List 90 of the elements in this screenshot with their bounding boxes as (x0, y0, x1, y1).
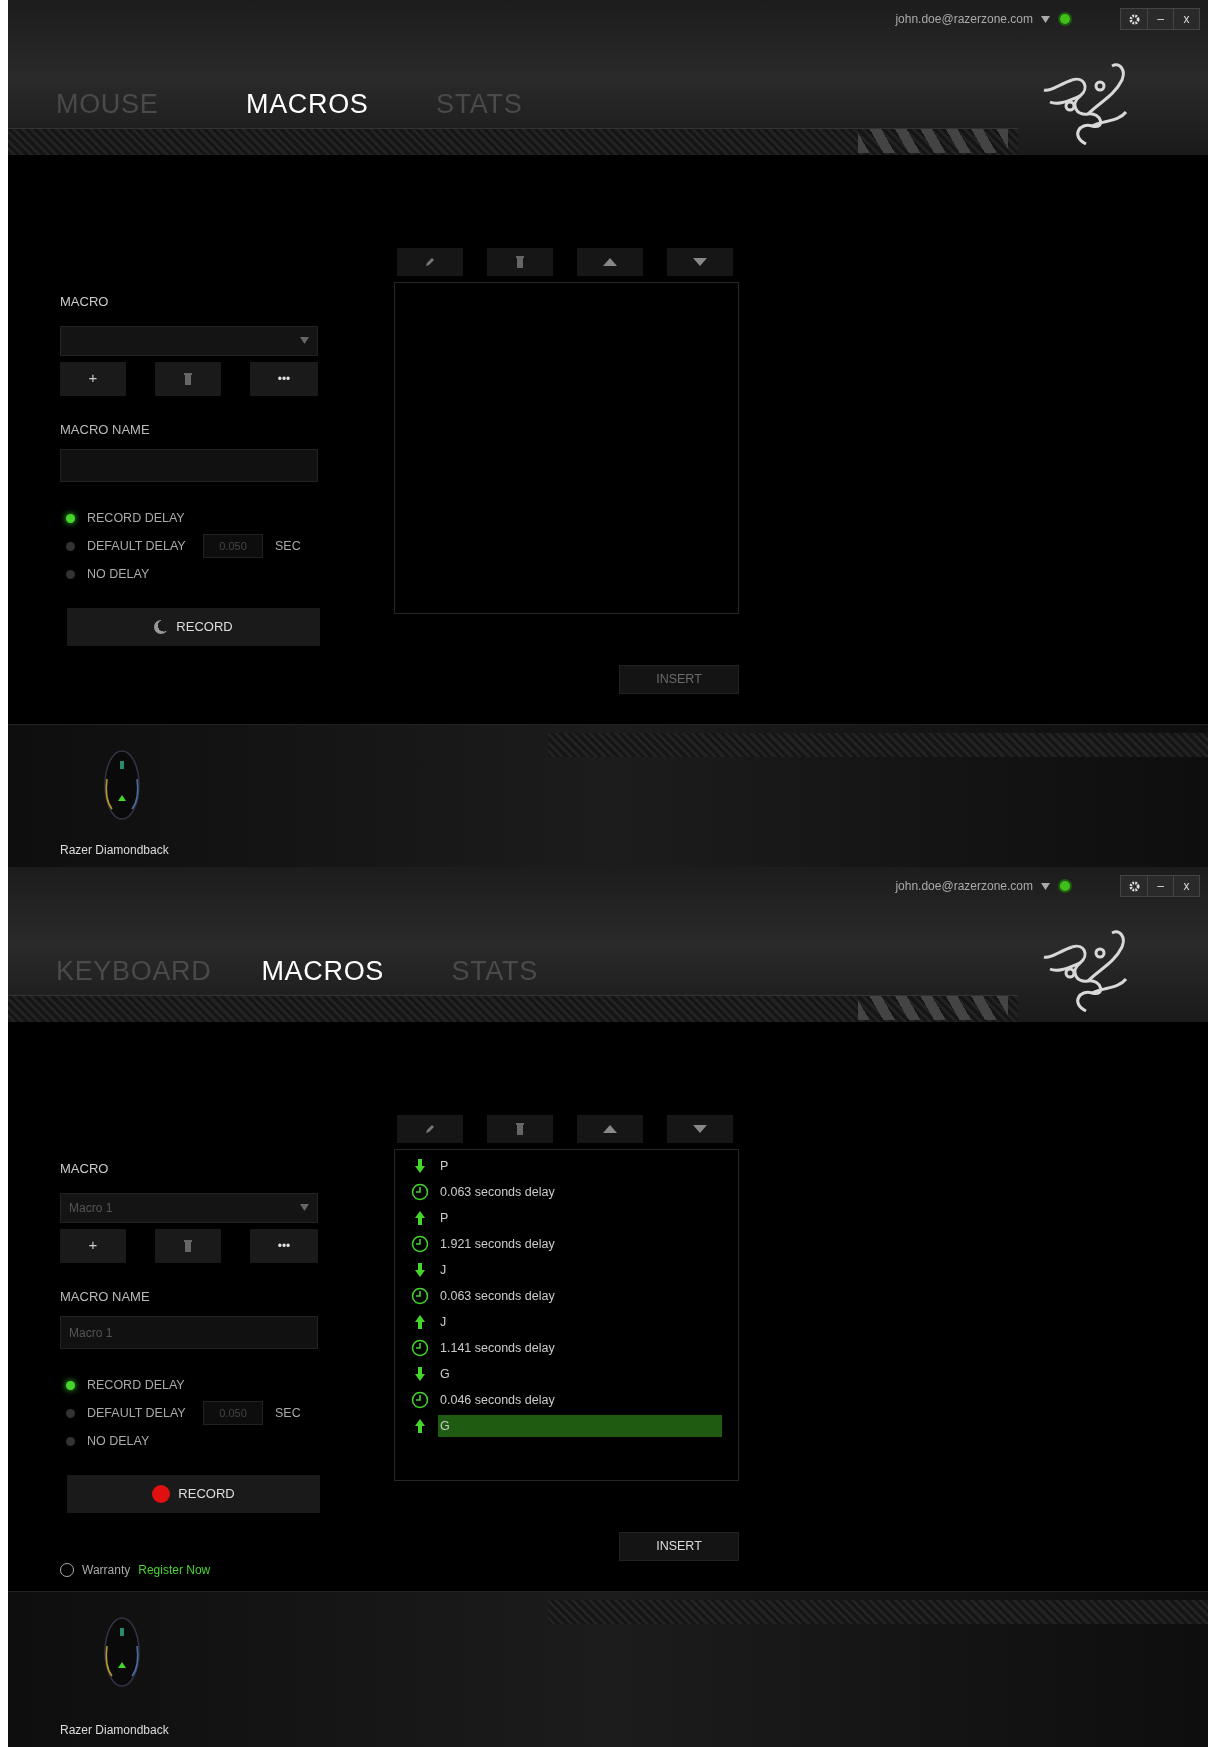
clock-icon (411, 1391, 429, 1409)
down-triangle-icon (693, 1125, 707, 1133)
radio-button[interactable] (66, 513, 75, 523)
record-button[interactable]: RECORD (67, 608, 320, 646)
trash-icon (516, 1123, 524, 1135)
add-button[interactable]: + (60, 361, 126, 396)
minimize-button[interactable]: – (1147, 9, 1173, 29)
record-button[interactable]: RECORD (67, 1475, 320, 1513)
up-arrow-icon (415, 1419, 425, 1433)
event-item[interactable]: 0.063 seconds delay (438, 1181, 722, 1203)
macro-name-label: MACRO NAME (60, 1287, 151, 1306)
trash-icon (516, 256, 524, 268)
more-button[interactable]: ••• (250, 361, 318, 396)
delete-button[interactable] (487, 248, 553, 276)
dropdown-arrow-icon[interactable] (1041, 882, 1050, 890)
more-button[interactable]: ••• (250, 1228, 318, 1263)
account-email[interactable]: john.doe@razerzone.com (895, 877, 1033, 895)
unit-label: SEC (275, 537, 301, 555)
minimize-button[interactable]: – (1147, 876, 1173, 896)
event-item[interactable]: 0.046 seconds delay (438, 1389, 722, 1411)
device-name: Razer Diamondback (60, 842, 169, 859)
clock-icon (411, 1235, 429, 1253)
delete-button[interactable] (155, 1228, 221, 1263)
radio-label: DEFAULT DELAY (87, 537, 187, 555)
move-up-button[interactable] (577, 1115, 643, 1143)
gear-icon (1128, 13, 1140, 25)
move-down-button[interactable] (667, 248, 733, 276)
event-item[interactable]: J (438, 1259, 722, 1281)
up-triangle-icon (603, 1125, 617, 1133)
down-arrow-icon (415, 1367, 425, 1381)
radio-button[interactable] (66, 569, 75, 579)
up-triangle-icon (603, 258, 617, 266)
account-email[interactable]: john.doe@razerzone.com (895, 10, 1033, 28)
event-item[interactable]: G (438, 1415, 722, 1437)
macro-name-field[interactable] (60, 449, 318, 482)
settings-button[interactable] (1121, 876, 1147, 896)
delete-button[interactable] (487, 1115, 553, 1143)
down-arrow-icon (415, 1159, 425, 1173)
insert-button[interactable]: INSERT (619, 1532, 739, 1561)
macro-label: MACRO (60, 293, 110, 311)
device-name: Razer Diamondback (60, 1722, 169, 1739)
pencil-icon (425, 1124, 435, 1134)
radio-label: RECORD DELAY (87, 509, 186, 527)
move-down-button[interactable] (667, 1115, 733, 1143)
macro-label: MACRO (60, 1160, 110, 1178)
nav-tab[interactable]: MACROS (261, 951, 402, 992)
trash-icon (184, 372, 192, 385)
radio-label: DEFAULT DELAY (87, 1404, 187, 1422)
dropdown-arrow-icon[interactable] (1041, 15, 1050, 23)
clock-icon (411, 1339, 429, 1357)
event-item[interactable]: J (438, 1311, 722, 1333)
status-indicator-icon (1058, 12, 1072, 26)
mouse-drawing (102, 1616, 142, 1688)
event-item[interactable]: 1.921 seconds delay (438, 1233, 722, 1255)
trash-icon (184, 1239, 192, 1252)
radio-label: NO DELAY (87, 565, 151, 583)
gear-icon (1128, 880, 1140, 892)
status-indicator-icon (1058, 879, 1072, 893)
event-item[interactable]: 1.141 seconds delay (438, 1337, 722, 1359)
event-item[interactable]: P (438, 1155, 722, 1177)
warranty-label: Warranty (82, 1562, 131, 1579)
radio-button[interactable] (66, 541, 75, 551)
event-item[interactable]: P (438, 1207, 722, 1229)
down-triangle-icon (693, 258, 707, 266)
register-link[interactable]: Register Now (138, 1561, 211, 1579)
macro-name-label: MACRO NAME (60, 420, 151, 439)
nav-tab[interactable]: MACROS (246, 84, 386, 125)
delete-button[interactable] (155, 361, 221, 396)
mouse-drawing (102, 749, 142, 821)
unit-label: SEC (275, 1404, 301, 1422)
settings-button[interactable] (1121, 9, 1147, 29)
event-item[interactable]: G (438, 1363, 722, 1385)
event-item[interactable]: 0.063 seconds delay (438, 1285, 722, 1307)
radio-button[interactable] (66, 1380, 75, 1390)
up-arrow-icon (415, 1211, 425, 1225)
caret-icon (300, 337, 309, 344)
caret-icon (300, 1204, 309, 1211)
close-button[interactable]: x (1173, 876, 1199, 896)
move-up-button[interactable] (577, 248, 643, 276)
radio-button[interactable] (66, 1408, 75, 1418)
down-arrow-icon (415, 1263, 425, 1277)
radio-button[interactable] (66, 1436, 75, 1446)
radio-label: RECORD DELAY (87, 1376, 186, 1394)
pencil-icon (425, 257, 435, 267)
clock-icon (411, 1183, 429, 1201)
close-button[interactable]: x (1173, 9, 1199, 29)
radio-label: NO DELAY (87, 1432, 151, 1450)
add-button[interactable]: + (60, 1228, 126, 1263)
up-arrow-icon (415, 1315, 425, 1329)
clock-icon (411, 1287, 429, 1305)
